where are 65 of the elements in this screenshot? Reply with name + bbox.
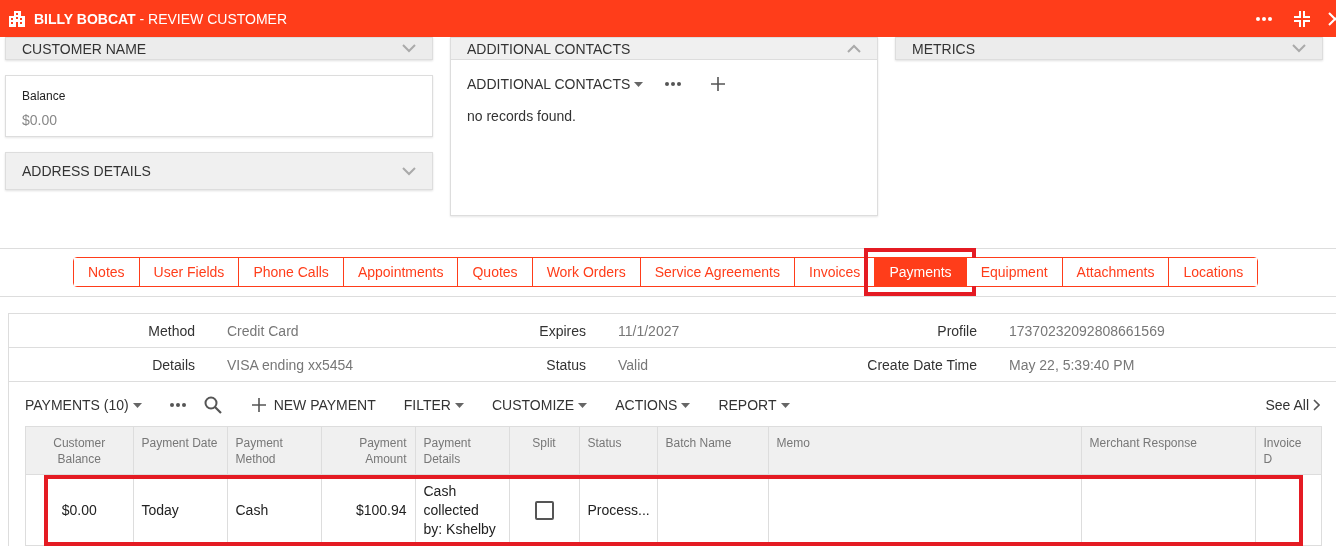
search-icon[interactable]	[203, 396, 222, 414]
detail-label: Profile	[936, 322, 977, 339]
section-header[interactable]: METRICS	[895, 37, 1323, 60]
more-icon[interactable]	[665, 82, 682, 86]
section-header[interactable]: ADDRESS DETAILS	[5, 152, 433, 190]
detail-label: Status	[545, 356, 586, 373]
column-header[interactable]: Payment Date	[133, 427, 227, 475]
more-icon[interactable]	[1256, 16, 1272, 21]
chevron-down-icon[interactable]	[1292, 44, 1306, 53]
column-header[interactable]: Payment Details	[415, 427, 509, 475]
section-header[interactable]: CUSTOMER NAME	[5, 37, 433, 60]
field-value: $0.00	[22, 112, 59, 128]
dropdown-button[interactable]: ACTIONS	[615, 397, 691, 413]
tab[interactable]: Locations	[1168, 258, 1258, 286]
detail-value: VISA ending xx5454	[226, 356, 355, 373]
section-title: ADDITIONAL CONTACTS	[467, 40, 631, 57]
detail-label: Method	[147, 322, 195, 339]
plus-icon[interactable]	[711, 77, 726, 91]
detail-value: Credit Card	[226, 322, 300, 339]
plus-icon[interactable]	[251, 398, 266, 412]
collapse-icon[interactable]	[1294, 10, 1310, 27]
window-title: BILLY BOBCAT - REVIEW CUSTOMER	[34, 10, 288, 27]
dropdown-button[interactable]: REPORT	[718, 397, 790, 413]
more-icon[interactable]	[169, 403, 186, 407]
column-header[interactable]: Customer Balance	[26, 427, 133, 475]
detail-label: Create Date Time	[866, 356, 977, 373]
dropdown-button[interactable]: PAYMENTS (10)	[25, 397, 142, 413]
chevron-right-icon	[1313, 399, 1320, 411]
chevron-down-icon[interactable]	[402, 166, 416, 176]
building-icon	[8, 9, 26, 28]
column-header[interactable]: Status	[579, 427, 657, 475]
section-title: ADDRESS DETAILS	[22, 163, 151, 179]
chevron-down-icon[interactable]	[402, 44, 416, 53]
section-title: CUSTOMER NAME	[22, 40, 147, 57]
dropdown-button[interactable]: FILTER	[403, 397, 464, 413]
detail-label: Details	[151, 356, 195, 373]
section-header[interactable]: ADDITIONAL CONTACTS	[451, 38, 877, 60]
chevron-up-icon[interactable]	[847, 44, 861, 53]
caret-icon	[634, 81, 644, 87]
column-header[interactable]: Merchant Response	[1081, 427, 1255, 475]
column-header[interactable]: Memo	[768, 427, 1081, 475]
caret-icon	[132, 402, 142, 408]
caret-icon	[578, 402, 588, 408]
caret-icon	[780, 402, 790, 408]
caret-icon	[455, 402, 464, 408]
column-header[interactable]: Batch Name	[657, 427, 768, 475]
caret-icon	[681, 402, 691, 408]
checkbox[interactable]	[534, 500, 554, 520]
column-header[interactable]: Payment Amount	[321, 427, 415, 475]
column-header[interactable]: Split	[509, 427, 579, 475]
close-icon[interactable]	[1328, 11, 1336, 26]
detail-value: 11/1/2027	[617, 322, 681, 339]
detail-value: Valid	[617, 356, 650, 373]
detail-label: Expires	[538, 322, 586, 339]
section-title: METRICS	[912, 40, 975, 57]
detail-value: May 22, 5:39:40 PM	[1008, 356, 1136, 373]
dropdown-button[interactable]: ADDITIONAL CONTACTS	[467, 76, 644, 92]
field-label: Balance	[22, 89, 67, 103]
column-header[interactable]: Payment Method	[227, 427, 321, 475]
new-payment-button[interactable]: NEW PAYMENT	[251, 397, 376, 413]
empty-message: no records found.	[467, 108, 577, 124]
column-header[interactable]: Invoice D	[1255, 427, 1321, 475]
see-all-link[interactable]: See All	[1265, 397, 1320, 413]
dropdown-button[interactable]: CUSTOMIZE	[492, 397, 588, 413]
detail-value: 17370232092808661569	[1008, 322, 1166, 339]
